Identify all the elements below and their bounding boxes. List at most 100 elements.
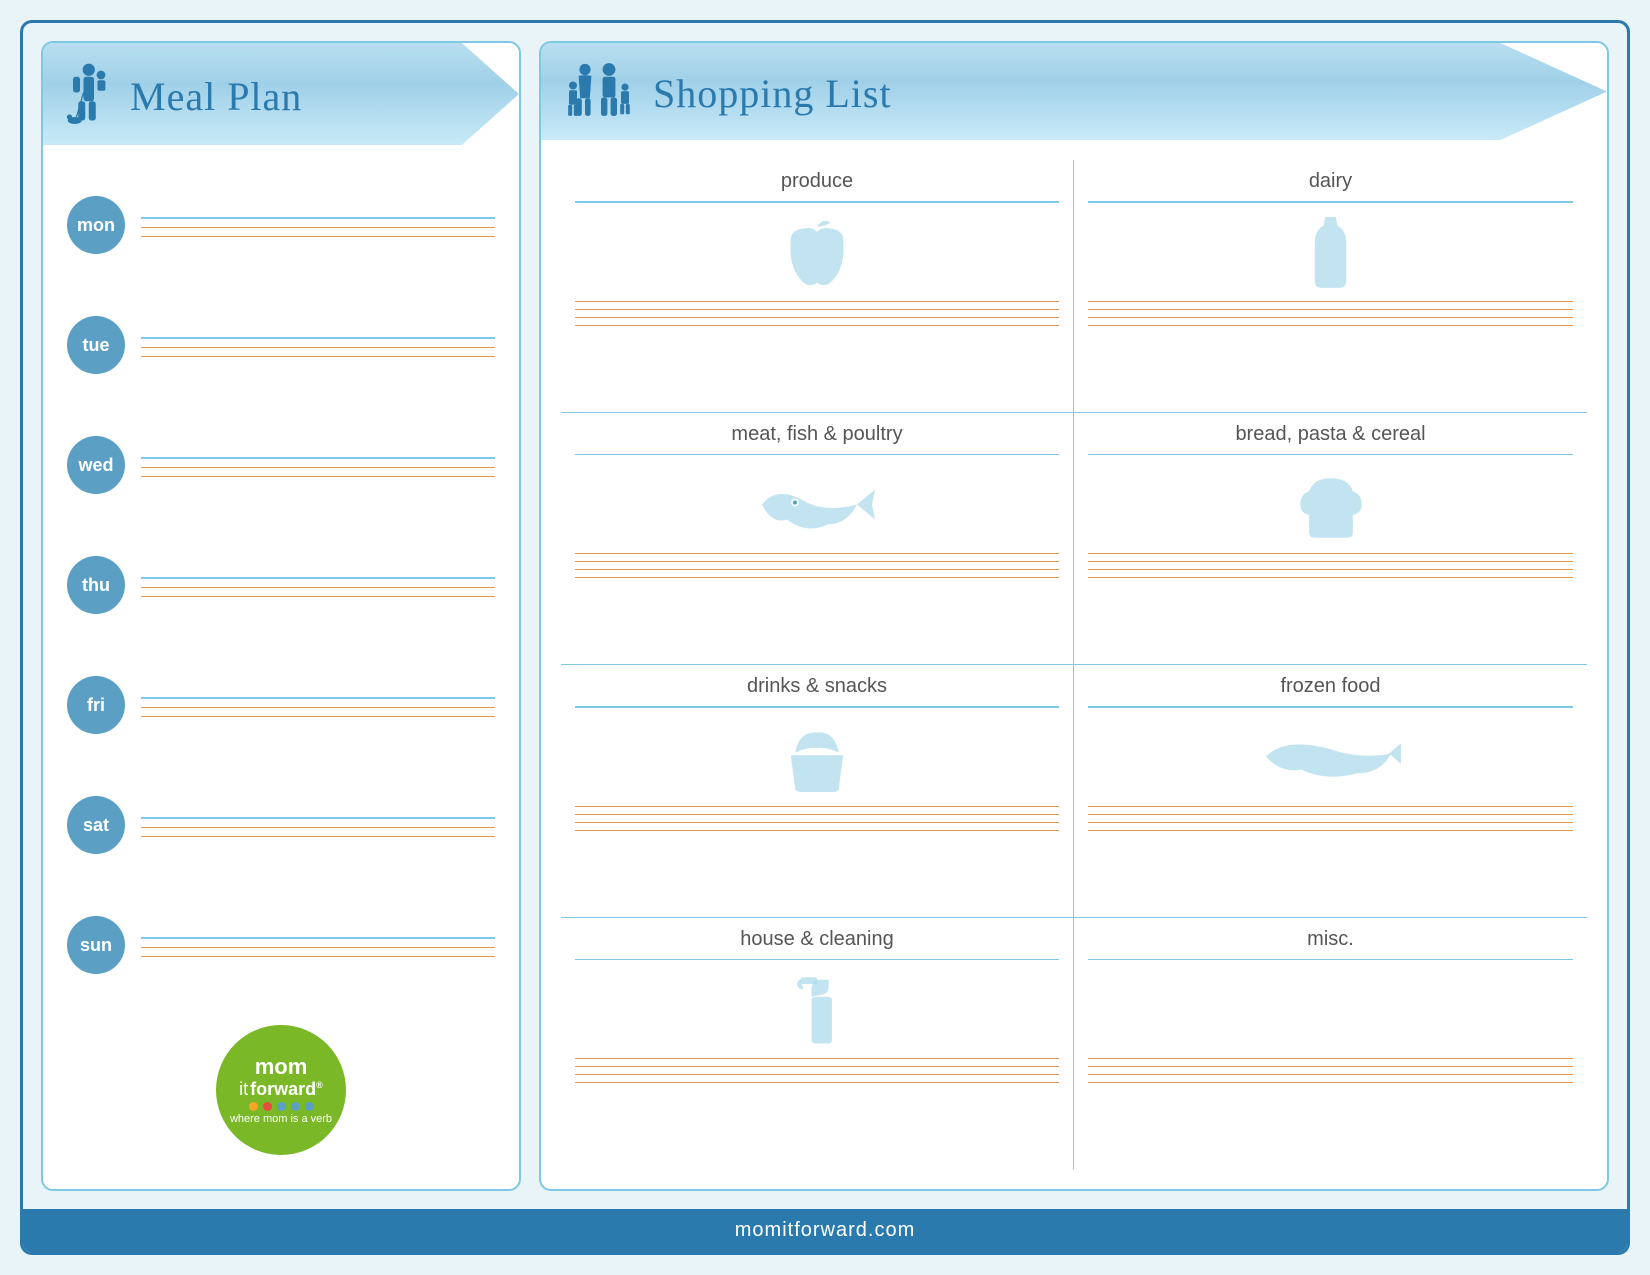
line-blue [575,959,1059,961]
line-blue [575,706,1059,708]
line-orange [141,347,495,348]
section-title-meat: meat, fish & poultry [575,423,1059,446]
logo-wrapper: mom it forward® where mom is a ve [216,1025,346,1155]
line-orange [575,814,1059,815]
line-blue [141,577,495,579]
line-orange [141,947,495,948]
day-label-sat: sat [83,815,109,836]
line-blue [1088,201,1573,203]
line-orange [575,830,1059,831]
day-circle-wed: wed [67,436,125,494]
section-title-bread: bread, pasta & cereal [1088,423,1573,446]
line-orange [575,1082,1059,1083]
shopping-panel: Shopping List produce [539,41,1609,1191]
logo-registered: ® [316,1080,323,1090]
shopping-header: Shopping List [541,43,1607,140]
section-house: house & cleaning [561,918,1074,1170]
line-orange [575,309,1059,310]
apple-icon [782,212,852,292]
misc-icon-area [1088,964,1573,1054]
day-label-tue: tue [83,335,110,356]
logo-circle: mom it forward® where mom is a ve [216,1025,346,1155]
section-bread: bread, pasta & cereal [1074,413,1587,666]
line-orange [141,467,495,468]
section-title-house: house & cleaning [575,928,1059,951]
dot-3 [277,1102,286,1111]
day-circle-tue: tue [67,316,125,374]
day-row-wed: wed [67,436,495,494]
logo-dots [249,1102,314,1111]
produce-lines [575,301,1059,402]
footer: momitforward.com [23,1209,1627,1252]
bread-icon-area [1088,459,1573,549]
day-row-mon: mon [67,196,495,254]
meat-lines [575,553,1059,654]
bread-lines [1088,553,1573,654]
section-title-dairy: dairy [1088,170,1573,193]
line-blue [141,457,495,459]
section-title-produce: produce [575,170,1059,193]
line-orange [141,587,495,588]
line-orange [141,707,495,708]
house-icon-area [575,964,1059,1054]
logo-text-forward: forward® [250,1079,323,1100]
dot-4 [291,1102,300,1111]
section-title-misc: misc. [1088,928,1573,951]
drinks-icon-area [575,712,1059,802]
day-lines-mon [141,213,495,237]
day-row-sat: sat [67,796,495,854]
day-lines-wed [141,453,495,477]
line-orange [575,822,1059,823]
line-orange [1088,1058,1573,1059]
line-orange [1088,561,1573,562]
logo-text-mom: mom [255,1055,308,1079]
meal-plan-panel: Meal Plan mon tue [41,41,521,1191]
day-circle-fri: fri [67,676,125,734]
cupcake-icon [782,722,852,792]
section-dairy: dairy [1074,160,1587,413]
line-blue [141,937,495,939]
line-blue [1088,959,1573,961]
line-orange [141,827,495,828]
logo-text-it: it [239,1079,248,1100]
milk-bottle-icon [1313,212,1348,292]
logo-tagline: where mom is a verb [230,1113,332,1125]
line-blue [141,817,495,819]
day-lines-thu [141,573,495,597]
line-blue [1088,454,1573,456]
line-orange [575,1074,1059,1075]
frozen-food-icon [1261,729,1401,784]
line-orange [1088,553,1573,554]
line-orange [1088,325,1573,326]
line-orange [141,596,495,597]
line-orange [1088,317,1573,318]
line-orange [1088,814,1573,815]
line-orange [141,836,495,837]
line-orange [1088,830,1573,831]
fish-icon [757,472,877,537]
misc-lines [1088,1058,1573,1159]
line-orange [141,476,495,477]
line-blue [141,217,495,219]
day-label-fri: fri [87,695,105,716]
line-orange [1088,309,1573,310]
dot-1 [249,1102,258,1111]
day-lines-tue [141,333,495,357]
produce-icon-area [575,207,1059,297]
line-blue [575,454,1059,456]
line-orange [575,325,1059,326]
line-orange [1088,1082,1573,1083]
line-orange [1088,1074,1573,1075]
house-lines [575,1058,1059,1159]
logo-area: mom it forward® where mom is a ve [43,1015,519,1169]
line-blue [575,201,1059,203]
line-orange [575,577,1059,578]
line-orange [1088,577,1573,578]
line-orange [575,553,1059,554]
days-list: mon tue [43,155,519,1015]
section-title-drinks: drinks & snacks [575,675,1059,698]
dairy-icon-area [1088,207,1573,297]
frozen-icon-area [1088,712,1573,802]
day-row-tue: tue [67,316,495,374]
section-misc: misc. [1074,918,1587,1170]
